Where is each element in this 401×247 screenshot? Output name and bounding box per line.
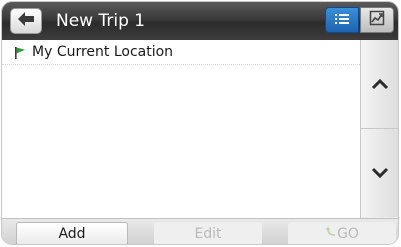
- back-button[interactable]: [10, 8, 42, 34]
- edit-button-label: Edit: [194, 225, 222, 242]
- go-arrow-icon: [325, 226, 336, 242]
- list-item[interactable]: My Current Location: [2, 40, 360, 65]
- trip-planner-window: New Trip 1 My Current Location Add Edit …: [2, 2, 398, 244]
- list-item-label: My Current Location: [32, 44, 174, 60]
- go-button-label: GO: [337, 225, 359, 242]
- scroll-up-button[interactable]: [361, 40, 398, 129]
- go-button[interactable]: GO: [288, 222, 396, 244]
- chevron-up-icon: [371, 75, 389, 94]
- map-view-toggle[interactable]: [360, 7, 394, 33]
- flag-icon: [14, 45, 26, 64]
- list-view-icon: [334, 11, 350, 30]
- title-bar: New Trip 1: [2, 2, 398, 40]
- map-view-icon: [369, 10, 385, 30]
- scroll-controls: [360, 40, 398, 218]
- trip-destination-list: My Current Location: [2, 40, 360, 218]
- add-button-label: Add: [58, 226, 86, 242]
- page-title: New Trip 1: [56, 11, 146, 31]
- back-arrow-icon: [17, 11, 35, 31]
- edit-button[interactable]: Edit: [154, 222, 262, 244]
- list-view-toggle[interactable]: [325, 7, 359, 33]
- bottom-toolbar: Add Edit GO: [2, 218, 398, 244]
- add-button[interactable]: Add: [16, 222, 128, 244]
- chevron-down-icon: [371, 164, 389, 183]
- scroll-down-button[interactable]: [361, 129, 398, 217]
